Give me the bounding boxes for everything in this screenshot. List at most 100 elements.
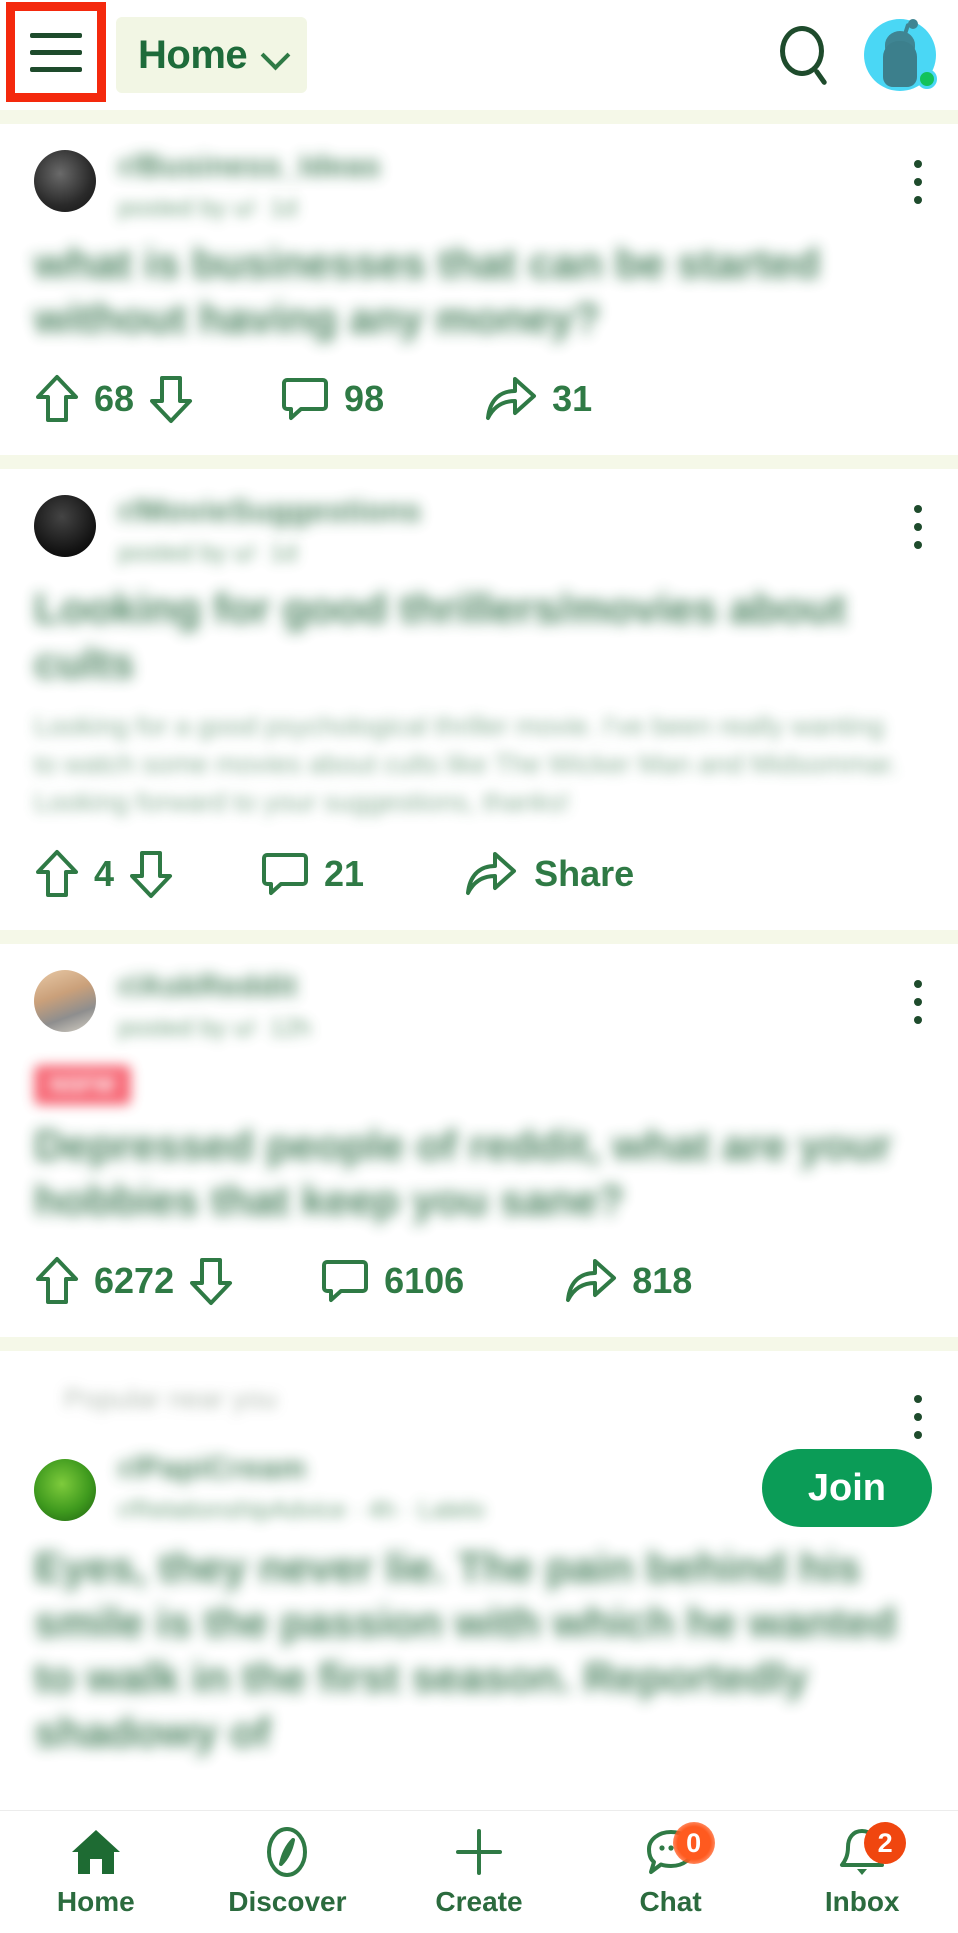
nav-label-chat: Chat <box>639 1886 702 1917</box>
chat-bubble-icon: 0 <box>643 1822 715 1878</box>
nav-label-inbox: Inbox <box>824 1886 900 1917</box>
nav-label-create: Create <box>435 1886 523 1917</box>
post-overflow-menu-icon[interactable] <box>914 979 922 1024</box>
avatar[interactable] <box>864 19 937 91</box>
nav-item-inbox[interactable]: 2 Inbox <box>766 1811 958 1933</box>
post-title[interactable]: what is businesses that can be started w… <box>0 223 958 347</box>
share-count: 818 <box>632 1259 693 1301</box>
kebab-dot-3 <box>914 541 922 550</box>
comment-count: 21 <box>324 852 365 894</box>
nav-item-discover[interactable]: Discover <box>192 1811 384 1933</box>
post-header: r/MovieSuggestions posted by u/· 1d <box>0 469 958 568</box>
comment-icon[interactable] <box>320 1256 370 1306</box>
nav-label-discover: Discover <box>228 1886 347 1917</box>
post-title[interactable]: Eyes, they never lie. The pain behind hi… <box>0 1527 958 1761</box>
compass-icon <box>259 1826 315 1878</box>
feed-divider <box>0 1336 958 1351</box>
subreddit-avatar[interactable] <box>34 150 96 212</box>
avatar-body <box>883 41 917 87</box>
share-count: 31 <box>552 378 593 420</box>
post-action-bar: 68 98 31 <box>0 347 958 451</box>
search-icon[interactable] <box>776 24 838 86</box>
popular-card-header: r/PapiCream r/RelationshipAdvice · 4h · … <box>0 1415 958 1527</box>
upvote-icon[interactable] <box>34 373 80 425</box>
feed-divider <box>0 110 958 124</box>
upvote-count: 68 <box>94 378 135 420</box>
status-badge: NSFW <box>34 1064 131 1105</box>
post-feed[interactable]: r/Business_Ideas posted by u/· 1d what i… <box>0 110 958 1810</box>
kebab-dot-3 <box>914 1015 922 1024</box>
app-header: Home <box>0 0 958 110</box>
subreddit-name[interactable]: r/MovieSuggestions <box>118 493 422 529</box>
popular-recommendation-card[interactable]: Popular near you r/PapiCream r/Relations… <box>0 1350 958 1761</box>
comment-count: 98 <box>344 378 385 420</box>
subreddit-avatar[interactable] <box>34 495 96 558</box>
kebab-dot-2 <box>914 178 922 186</box>
post-title[interactable]: Looking for good thrillers/movies about … <box>0 568 958 692</box>
post-header: r/Business_Ideas posted by u/· 1d <box>0 124 958 223</box>
avatar-antenna-tip <box>908 19 918 29</box>
post-overflow-menu-icon[interactable] <box>914 505 922 550</box>
subreddit-avatar[interactable] <box>34 969 96 1032</box>
online-status-dot <box>917 69 937 89</box>
comment-icon[interactable] <box>260 849 310 899</box>
downvote-icon[interactable] <box>148 373 194 425</box>
kebab-dot-2 <box>914 1412 922 1421</box>
post-card[interactable]: r/Business_Ideas posted by u/· 1d what i… <box>0 124 958 456</box>
downvote-icon[interactable] <box>128 848 174 900</box>
downvote-icon[interactable] <box>188 1255 234 1307</box>
hamburger-bar-2 <box>30 49 82 55</box>
app-screen: Home r/Business_Ideas posted by u/· 1d w… <box>0 0 958 1933</box>
feed-divider <box>0 929 958 944</box>
hamburger-menu-icon[interactable] <box>6 2 106 102</box>
share-icon[interactable] <box>484 374 538 424</box>
kebab-dot-2 <box>914 997 922 1006</box>
subreddit-avatar[interactable] <box>34 1458 96 1521</box>
share-icon[interactable] <box>464 849 518 899</box>
kebab-dot-1 <box>914 979 922 988</box>
post-meta: posted by u/· 12h <box>118 1013 312 1042</box>
hamburger-bar-1 <box>30 32 82 38</box>
upvote-count: 4 <box>94 852 115 894</box>
post-header: r/AskReddit posted by u/· 12h <box>0 944 958 1043</box>
post-card[interactable]: r/MovieSuggestions posted by u/· 1d Look… <box>0 469 958 930</box>
bottom-navigation-bar: Home Discover Create 0 Chat 2 Inbox <box>0 1810 958 1933</box>
post-meta: r/RelationshipAdvice · 4h · Lalelo <box>118 1496 485 1525</box>
plus-icon <box>451 1826 507 1878</box>
upvote-icon[interactable] <box>34 1255 80 1307</box>
kebab-dot-3 <box>914 196 922 204</box>
chat-badge: 0 <box>672 1822 715 1864</box>
join-button[interactable]: Join <box>761 1448 932 1527</box>
upvote-icon[interactable] <box>34 848 80 900</box>
upvote-count: 6272 <box>94 1259 175 1301</box>
post-card[interactable]: r/AskReddit posted by u/· 12h NSFW Depre… <box>0 943 958 1337</box>
nav-item-home[interactable]: Home <box>0 1811 192 1933</box>
feed-selector-home[interactable]: Home <box>116 17 308 93</box>
post-body: Looking for a good psychological thrille… <box>34 711 898 817</box>
nav-item-chat[interactable]: 0 Chat <box>575 1811 767 1933</box>
popular-section-label: Popular near you <box>64 1382 278 1414</box>
post-title[interactable]: Depressed people of reddit, what are you… <box>0 1105 958 1229</box>
subreddit-name[interactable]: r/PapiCream <box>118 1450 762 1486</box>
post-overflow-menu-icon[interactable] <box>914 160 922 204</box>
post-action-bar: 4 21 Share <box>0 822 958 926</box>
subreddit-name[interactable]: r/AskReddit <box>118 968 311 1004</box>
hamburger-bar-3 <box>30 66 82 72</box>
comment-icon[interactable] <box>280 374 330 424</box>
popular-overflow-menu-icon[interactable] <box>914 1394 922 1439</box>
nav-label-home: Home <box>56 1886 135 1917</box>
nav-item-create[interactable]: Create <box>383 1811 575 1933</box>
subreddit-name[interactable]: r/Business_Ideas <box>118 148 381 184</box>
feed-divider <box>0 455 958 470</box>
post-meta: posted by u/· 1d <box>118 194 298 222</box>
bell-icon: 2 <box>834 1822 907 1878</box>
chevron-down-icon <box>263 43 287 67</box>
share-icon[interactable] <box>564 1256 618 1306</box>
kebab-dot-3 <box>914 1430 922 1439</box>
kebab-dot-1 <box>914 160 922 168</box>
header-actions <box>776 19 958 91</box>
search-handle <box>813 68 828 86</box>
page-title: Home <box>138 32 248 77</box>
share-label: Share <box>534 852 635 894</box>
post-meta: posted by u/· 1d <box>118 539 298 568</box>
